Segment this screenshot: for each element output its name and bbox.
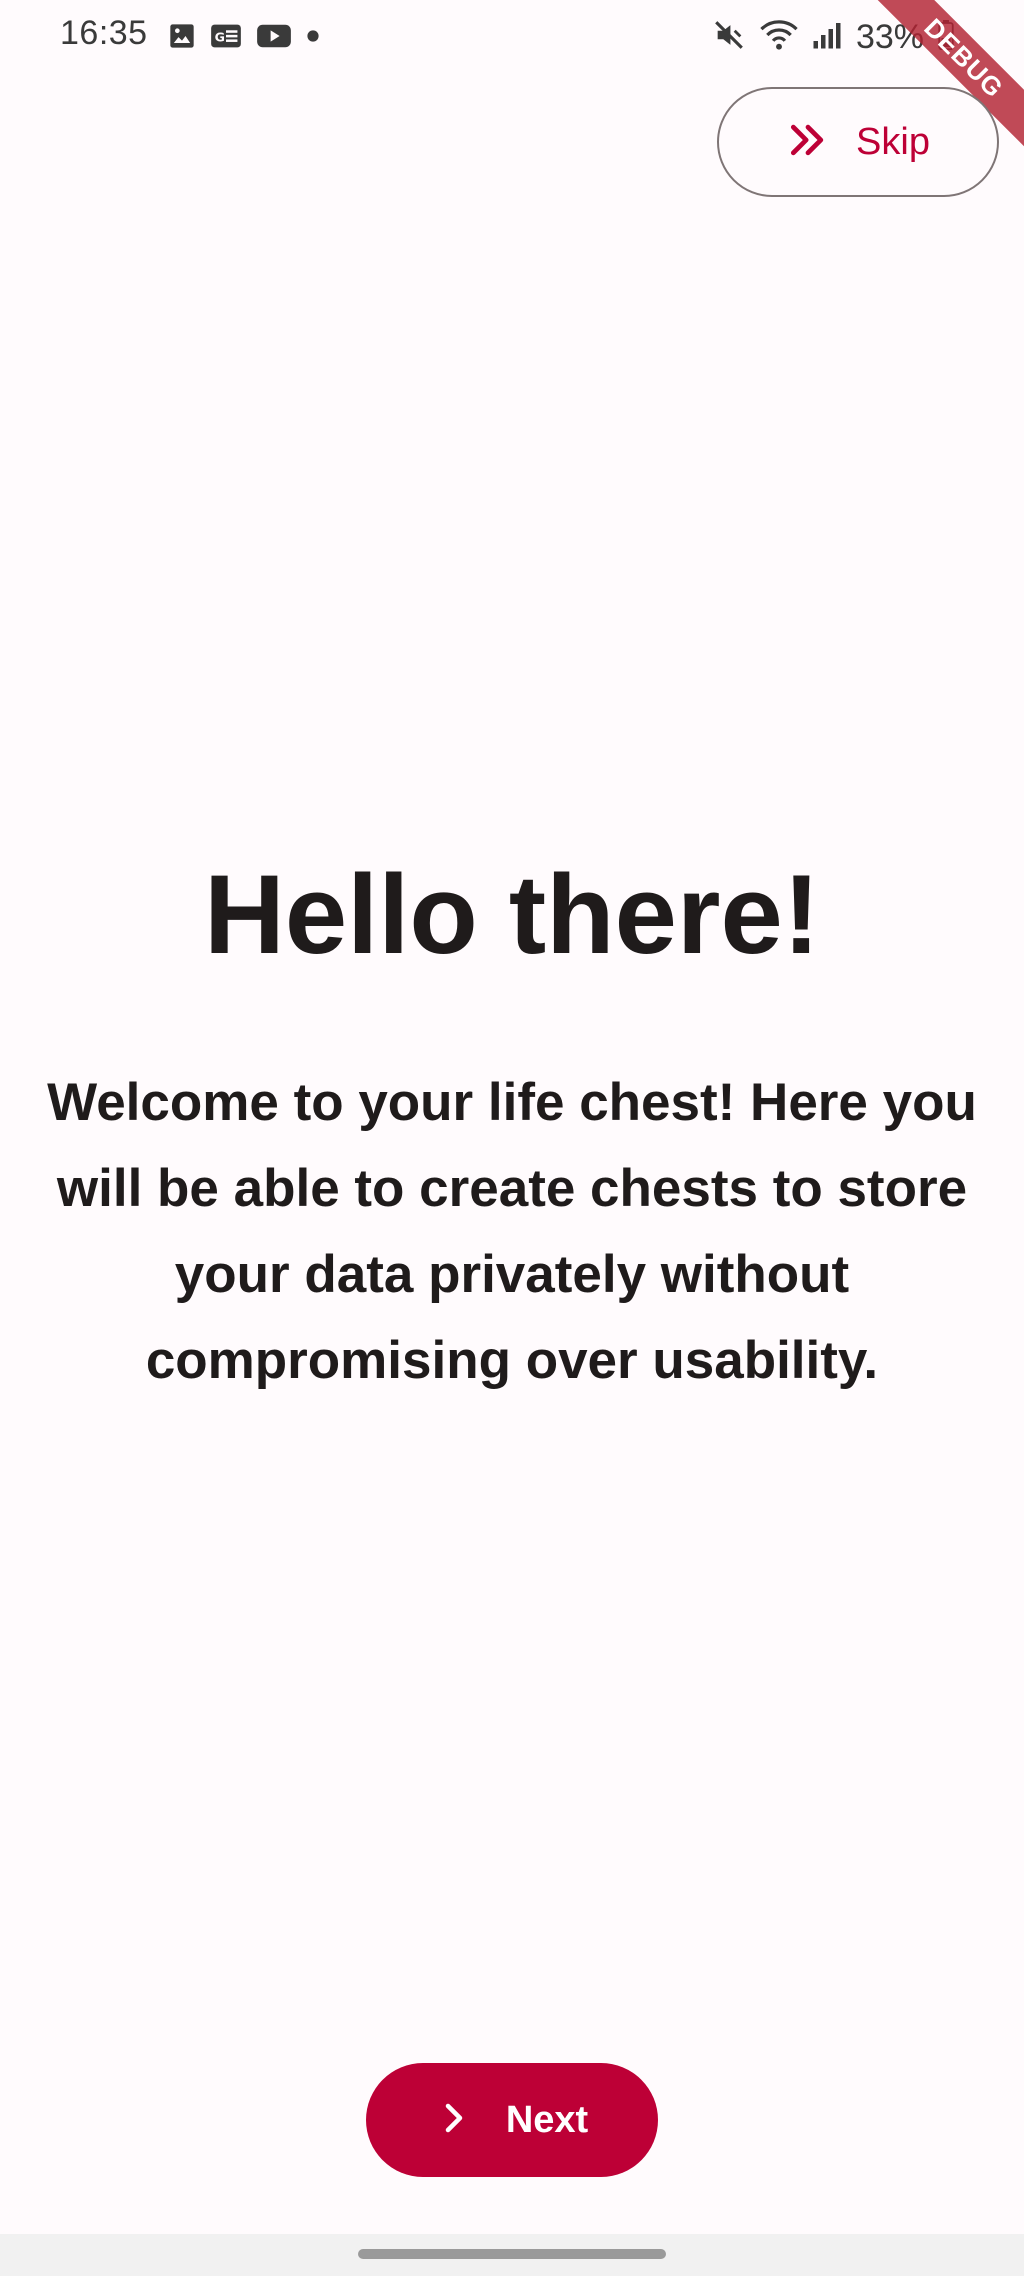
system-icons: 33% bbox=[712, 18, 954, 57]
welcome-description: Welcome to your life chest! Here you wil… bbox=[47, 1073, 977, 1390]
chevron-right-icon bbox=[436, 2100, 472, 2141]
image-icon bbox=[168, 22, 196, 55]
status-time: 16:35 bbox=[60, 14, 148, 52]
news-icon: G bbox=[210, 23, 242, 54]
battery-level: 33% bbox=[855, 18, 924, 56]
navigation-bar bbox=[0, 2234, 1024, 2276]
notification-icons: G bbox=[168, 22, 320, 55]
dot-icon bbox=[306, 29, 320, 48]
double-chevron-right-icon bbox=[786, 118, 830, 167]
page-title: Hello there! bbox=[203, 852, 821, 977]
home-indicator[interactable] bbox=[358, 2249, 666, 2259]
wifi-icon bbox=[760, 18, 798, 57]
next-button-label: Next bbox=[505, 2098, 589, 2141]
next-button[interactable]: Next bbox=[366, 2063, 658, 2177]
skip-button-label: Skip bbox=[856, 120, 930, 163]
status-bar: 16:35 G 33% bbox=[0, 0, 1024, 72]
signal-icon bbox=[812, 20, 842, 55]
skip-button[interactable]: Skip bbox=[717, 87, 999, 197]
battery-icon bbox=[938, 20, 954, 55]
youtube-icon bbox=[256, 23, 292, 54]
svg-text:G: G bbox=[215, 30, 225, 45]
mute-icon bbox=[712, 18, 746, 57]
